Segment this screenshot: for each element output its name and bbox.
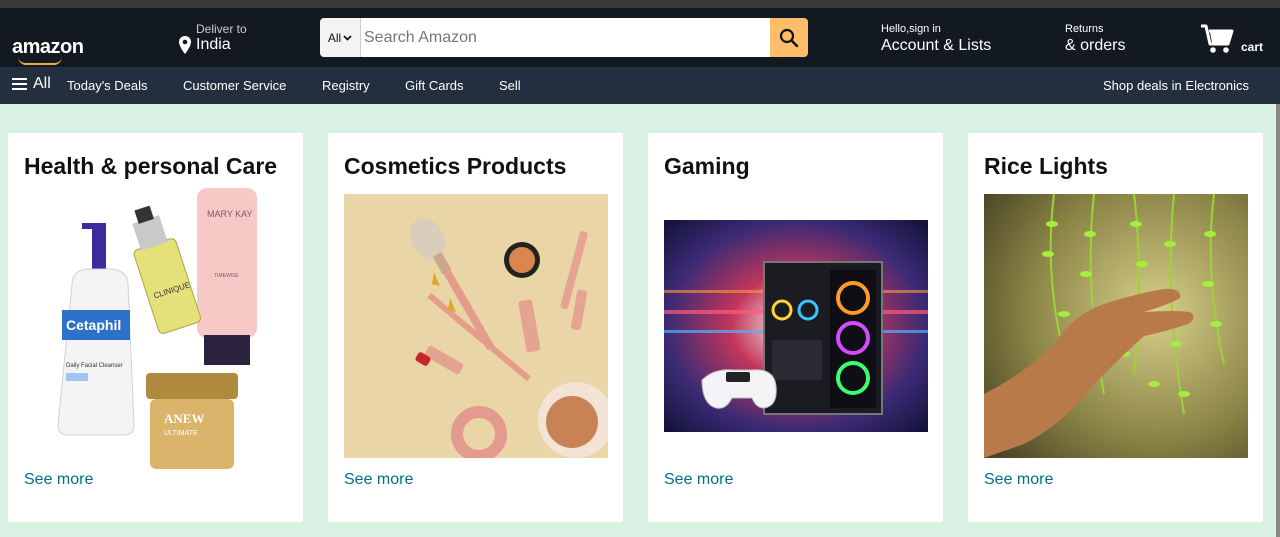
brand-anew-sub: ULTIMATE bbox=[164, 430, 198, 437]
cart-button[interactable]: cart bbox=[1199, 22, 1271, 56]
nav-item-todays-deals[interactable]: Today's Deals bbox=[67, 78, 148, 93]
gaming-pc-image[interactable] bbox=[664, 220, 928, 432]
rice-lights-image[interactable] bbox=[984, 194, 1248, 458]
brand-cetaphil: Cetaphil bbox=[66, 317, 121, 333]
account-label: Account & Lists bbox=[881, 37, 992, 54]
all-menu-button[interactable]: All bbox=[12, 75, 51, 93]
search-icon bbox=[779, 28, 799, 47]
category-card-cosmetics: Cosmetics Products See more bbox=[328, 133, 623, 522]
nav-bar: All Today's Deals Customer Service Regis… bbox=[0, 67, 1280, 104]
nav-item-registry[interactable]: Registry bbox=[322, 78, 370, 93]
returns-label: Returns bbox=[1065, 23, 1104, 35]
cart-label: cart bbox=[1241, 40, 1264, 54]
category-card-health: Health & personal Care MARY KAY TIMEWISE… bbox=[8, 133, 303, 522]
cart-icon bbox=[1201, 24, 1234, 53]
all-menu-label: All bbox=[33, 75, 51, 92]
location-pin-icon bbox=[179, 36, 191, 54]
account-lists[interactable]: Hello,sign in Account & Lists bbox=[881, 23, 991, 55]
see-more-link[interactable]: See more bbox=[984, 471, 1053, 489]
header: amazon Deliver to India All Hello,sign i… bbox=[0, 8, 1280, 67]
deliver-label: Deliver to bbox=[196, 22, 247, 36]
see-more-link[interactable]: See more bbox=[344, 471, 413, 489]
brand-mary-kay: MARY KAY bbox=[207, 209, 253, 219]
returns-orders[interactable]: Returns & orders bbox=[1065, 23, 1125, 55]
hamburger-icon bbox=[12, 78, 27, 90]
see-more-link[interactable]: See more bbox=[24, 471, 93, 489]
search-bar: All bbox=[320, 18, 808, 57]
health-products-image[interactable]: MARY KAY TIMEWISE CLINIQUE Cetaphil Dail… bbox=[24, 185, 288, 473]
chevron-down-icon bbox=[343, 34, 352, 41]
card-title: Rice Lights bbox=[984, 153, 1108, 179]
brand-cetaphil-sub: Daily Facial Cleanser bbox=[66, 363, 123, 369]
brand-anew: ANEW bbox=[164, 411, 204, 426]
page-scrollbar[interactable] bbox=[1276, 104, 1280, 537]
category-card-gaming: Gaming See more bbox=[648, 133, 943, 522]
cosmetics-image[interactable] bbox=[344, 194, 608, 458]
logo-smile-icon bbox=[18, 57, 62, 65]
nav-item-sell[interactable]: Sell bbox=[499, 78, 521, 93]
amazon-logo[interactable]: amazon bbox=[12, 36, 84, 59]
deliver-location: India bbox=[196, 36, 231, 53]
brand-timewise: TIMEWISE bbox=[214, 273, 239, 279]
orders-label: & orders bbox=[1065, 37, 1126, 54]
nav-shop-deals-electronics[interactable]: Shop deals in Electronics bbox=[1103, 78, 1249, 93]
search-button[interactable] bbox=[770, 18, 808, 57]
nav-item-customer-service[interactable]: Customer Service bbox=[183, 78, 286, 93]
card-title: Gaming bbox=[664, 153, 750, 179]
account-greeting: Hello,sign in bbox=[881, 23, 941, 35]
search-category-select[interactable]: All bbox=[320, 18, 361, 57]
nav-item-gift-cards[interactable]: Gift Cards bbox=[405, 78, 464, 93]
window-top-strip bbox=[0, 0, 1280, 8]
category-card-rice-lights: Rice Lights See more bbox=[968, 133, 1263, 522]
see-more-link[interactable]: See more bbox=[664, 471, 733, 489]
card-title: Cosmetics Products bbox=[344, 153, 567, 179]
search-input[interactable] bbox=[361, 18, 770, 57]
card-title: Health & personal Care bbox=[24, 153, 278, 179]
search-category-label: All bbox=[327, 30, 342, 45]
